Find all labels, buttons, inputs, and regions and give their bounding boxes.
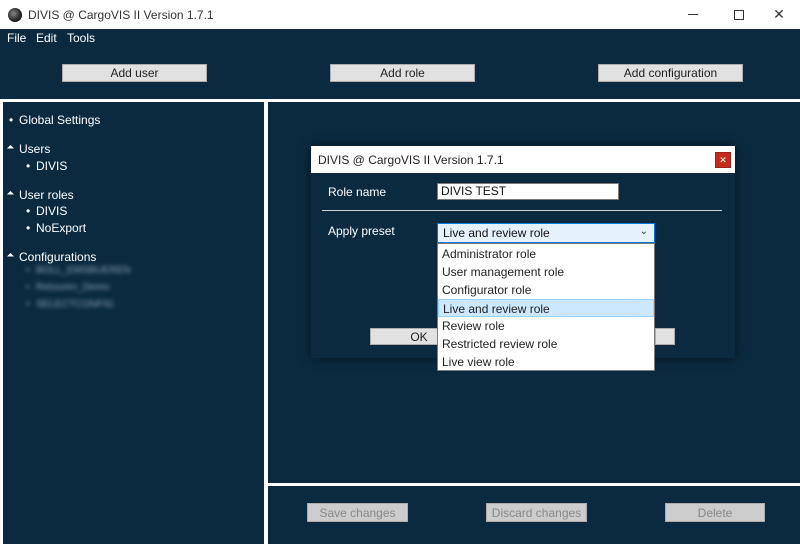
dialog-title: DIVIS @ CargoVIS II Version 1.7.1 [318,153,504,167]
preset-option-administrator[interactable]: Administrator role [438,245,654,263]
bullet-icon: • [9,113,14,127]
close-icon: ✕ [719,154,727,165]
bullet-icon: • [26,204,31,218]
minimize-icon [688,14,698,15]
bullet-icon: • [26,159,31,173]
menu-file[interactable]: File [7,31,26,45]
cancel-button-partial[interactable] [655,328,675,345]
apply-preset-label: Apply preset [328,224,395,238]
maximize-icon [734,9,744,20]
preset-dropdown: Administrator role User management role … [437,243,655,371]
preset-option-live-and-review[interactable]: Live and review role [438,299,654,317]
tree-node-label: Configurations [19,250,97,264]
add-configuration-button[interactable]: Add configuration [598,64,743,82]
preset-option-user-management[interactable]: User management role [438,263,654,281]
window-title: DIVIS @ CargoVIS II Version 1.7.1 [28,8,214,22]
tree-node-label: User roles [19,188,74,202]
add-user-button[interactable]: Add user [62,64,207,82]
tree-item-label: Retouren_Demo [36,282,110,293]
tree-item-label: DIVIS [36,204,68,218]
expand-triangle-icon [6,144,15,153]
tree-node-user-roles[interactable]: User roles [6,188,74,202]
tree-item-label: DIVIS [36,159,68,173]
tree-item-user[interactable]: • DIVIS [26,159,67,173]
expand-triangle-icon [6,190,15,199]
menu-edit[interactable]: Edit [36,31,57,45]
role-name-label: Role name [328,185,387,199]
delete-button[interactable]: Delete [665,503,765,522]
dialog-titlebar: DIVIS @ CargoVIS II Version 1.7.1 ✕ [311,146,735,173]
tree-item-configuration[interactable]: • Retouren_Demo [26,282,109,293]
tree-item-label: NoExport [36,221,87,235]
splitter[interactable] [264,102,268,544]
close-window-button[interactable]: ✕ [756,0,800,29]
toolbar-divider [0,99,800,102]
tree-item-label: SELECTCONFIG [36,299,114,310]
expand-triangle-icon [6,252,15,261]
preset-option-configurator[interactable]: Configurator role [438,281,654,299]
tree-node-configurations[interactable]: Configurations [6,250,97,264]
save-changes-button[interactable]: Save changes [307,503,408,522]
menu-tools[interactable]: Tools [67,31,95,45]
tree-node-users[interactable]: Users [6,142,51,156]
preset-select[interactable]: Live and review role ⌄ [437,223,655,243]
bullet-icon: • [26,265,30,276]
add-role-button[interactable]: Add role [330,64,475,82]
menu-bar: File Edit Tools [0,29,800,47]
tree-item-role[interactable]: • NoExport [26,221,86,235]
bottom-divider [268,483,800,486]
bullet-icon: • [26,299,30,310]
dialog-close-button[interactable]: ✕ [715,152,731,168]
minimize-button[interactable] [670,0,716,29]
bullet-icon: • [26,221,31,235]
tree-item-label: BOLL_EMSBUEREN [36,265,131,276]
tree-node-label: Users [19,142,51,156]
left-border [0,102,3,544]
preset-option-live-view[interactable]: Live view role [438,353,654,371]
preset-option-review[interactable]: Review role [438,317,654,335]
tree-item-label: Global Settings [19,113,101,127]
chevron-down-icon: ⌄ [639,226,648,237]
tree-item-role[interactable]: • DIVIS [26,204,67,218]
role-name-input[interactable]: DIVIS TEST [437,183,619,200]
window-titlebar: DIVIS @ CargoVIS II Version 1.7.1 ✕ [0,0,800,29]
dialog-separator [322,210,722,211]
tree-item-configuration[interactable]: • SELECTCONFIG [26,299,114,310]
tree-item-global-settings[interactable]: • Global Settings [9,113,100,127]
close-icon: ✕ [773,6,785,22]
preset-option-restricted-review[interactable]: Restricted review role [438,335,654,353]
tree-item-configuration[interactable]: • BOLL_EMSBUEREN [26,265,130,276]
bullet-icon: • [26,282,30,293]
app-icon [8,8,22,22]
discard-changes-button[interactable]: Discard changes [486,503,587,522]
preset-select-value: Live and review role [443,226,550,240]
